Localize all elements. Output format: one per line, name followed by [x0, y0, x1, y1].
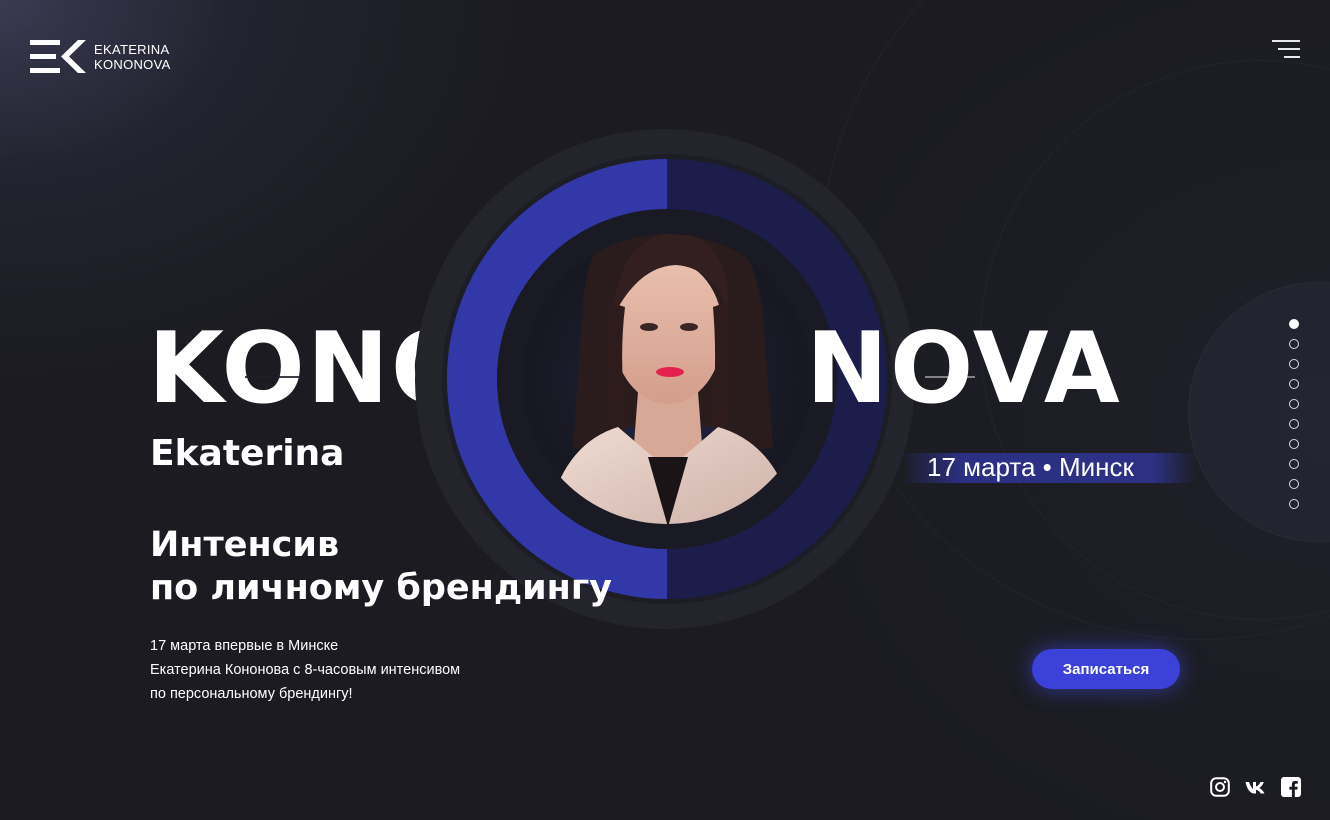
slider-dot-5[interactable] — [1289, 399, 1299, 409]
slider-dot-9[interactable] — [1289, 479, 1299, 489]
menu-bar — [1272, 40, 1300, 42]
slider-dot-7[interactable] — [1289, 439, 1299, 449]
logo-text-line2: KONONOVA — [94, 56, 171, 72]
title-line-decor — [245, 376, 305, 378]
hero-description: 17 марта впервые в Минске Екатерина Коно… — [150, 634, 460, 706]
hero-description-line3: по персональному брендингу! — [150, 686, 353, 702]
logo-text: EKATERINA KONONOVA — [94, 42, 171, 72]
slider-dot-4[interactable] — [1289, 379, 1299, 389]
signup-button[interactable]: Записаться — [1032, 649, 1180, 689]
hero-headline: Интенсив по личному брендингу — [150, 524, 612, 610]
slider-dot-8[interactable] — [1289, 459, 1299, 469]
hero-description-line2: Екатерина Кононова с 8-часовым интенсиво… — [150, 662, 461, 678]
hero-headline-line2: по личному брендингу — [150, 568, 612, 608]
event-date: 17 марта • Минск — [927, 452, 1134, 482]
slider-dot-2[interactable] — [1289, 339, 1299, 349]
hero-first-name: Ekaterina — [150, 433, 345, 474]
logo[interactable]: EKATERINA KONONOVA — [30, 40, 171, 73]
hamburger-menu-icon[interactable] — [1272, 40, 1300, 60]
instagram-icon[interactable] — [1209, 776, 1231, 798]
slider-dot-1[interactable] — [1289, 319, 1299, 329]
facebook-icon[interactable] — [1280, 776, 1302, 798]
slider-pagination — [1289, 319, 1299, 509]
slider-dot-10[interactable] — [1289, 499, 1299, 509]
hero-headline-line1: Интенсив — [150, 525, 340, 565]
logo-mark-icon — [30, 40, 86, 73]
vk-icon[interactable] — [1244, 776, 1268, 798]
menu-bar — [1284, 56, 1300, 58]
slider-dot-3[interactable] — [1289, 359, 1299, 369]
hero-description-line1: 17 марта впервые в Минске — [150, 638, 339, 654]
slider-dot-6[interactable] — [1289, 419, 1299, 429]
hero-title-right: NOVA — [806, 312, 1122, 426]
menu-bar — [1278, 48, 1300, 50]
logo-text-line1: EKATERINA — [94, 41, 170, 57]
